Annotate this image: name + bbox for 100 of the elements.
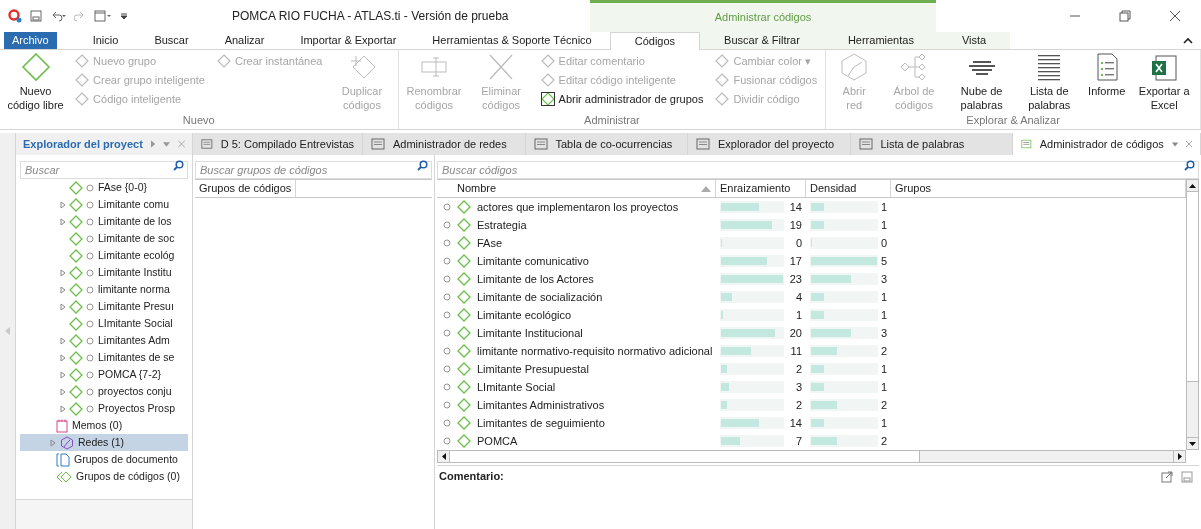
- search-icon: [1184, 160, 1195, 171]
- document-tab[interactable]: Tabla de co-ocurrencias: [525, 133, 688, 155]
- document-tab[interactable]: Lista de palabras: [850, 133, 1013, 155]
- table-cell-text: 3: [795, 379, 802, 395]
- ribbon-button[interactable]: Exportar a Excel: [1132, 52, 1197, 112]
- search-field[interactable]: Buscar códigos: [437, 161, 1199, 179]
- code-name[interactable]: Limitante de socialización: [477, 288, 603, 306]
- redo-icon[interactable]: [74, 10, 86, 22]
- diamond-icon: [217, 54, 231, 68]
- ribbon-button[interactable]: Informe: [1085, 52, 1129, 98]
- close-icon[interactable]: [1169, 10, 1181, 22]
- code-name[interactable]: actores que implementaron los proyectos: [477, 198, 679, 216]
- code-name[interactable]: Limitante Institucional: [477, 324, 583, 342]
- scroll-up-icon[interactable]: [1189, 183, 1196, 188]
- search-field[interactable]: Buscar grupos de códigos: [195, 161, 432, 179]
- restore-icon[interactable]: [1119, 10, 1131, 22]
- tree-item[interactable]: Limitante de soc: [16, 230, 192, 247]
- tree-item[interactable]: Limitante de los: [16, 213, 192, 230]
- diamond-icon: [69, 197, 83, 212]
- diamond-icon: [69, 316, 83, 331]
- dropdown-icon[interactable]: [120, 12, 128, 20]
- open-external-icon[interactable]: [1161, 470, 1173, 483]
- document-tab[interactable]: Administrador de redes: [363, 133, 526, 155]
- tree-item[interactable]: Limitante Institu: [16, 264, 192, 281]
- code-name[interactable]: Estrategia: [477, 216, 527, 234]
- undo-icon[interactable]: [50, 10, 66, 22]
- circle-icon: [86, 370, 94, 379]
- code-name[interactable]: FAse: [477, 234, 503, 252]
- diamond-icon: [69, 401, 83, 416]
- menu-tab[interactable]: Vista: [937, 32, 1011, 49]
- tree-item[interactable]: limitante norma: [16, 281, 192, 298]
- tree-item[interactable]: FAse {0-0}: [16, 179, 192, 196]
- menu-tab[interactable]: Inicio: [78, 32, 133, 49]
- tree-item[interactable]: Limitante comu: [16, 196, 192, 213]
- code-name[interactable]: Limitantes de seguimiento: [477, 414, 605, 432]
- ribbon-button[interactable]: Nuevo código libre: [4, 52, 68, 112]
- comment-label: Comentario:: [439, 469, 504, 485]
- code-name[interactable]: Limitante de los Actores: [477, 270, 594, 288]
- save-icon[interactable]: [30, 10, 42, 22]
- column-header[interactable]: Grupos de códigos: [195, 180, 297, 197]
- scroll-right-icon[interactable]: [1177, 453, 1182, 460]
- code-name[interactable]: Limitante ecológico: [477, 306, 572, 324]
- tree-item[interactable]: Limitantes de se: [16, 349, 192, 366]
- tree-item[interactable]: LImitante Social: [16, 315, 192, 332]
- code-name[interactable]: POMCA: [477, 432, 518, 450]
- diamond-icon: [75, 73, 90, 87]
- diamond-icon: [75, 54, 90, 68]
- scroll-left-icon[interactable]: [441, 453, 446, 460]
- save-icon[interactable]: [1181, 470, 1193, 483]
- tree-item[interactable]: Grupos de documento: [16, 451, 192, 468]
- column-header[interactable]: Densidad: [806, 180, 891, 197]
- diamond-icon: [457, 362, 471, 376]
- tree-item[interactable]: Proyectos Prosp: [16, 400, 192, 417]
- code-name[interactable]: limitante normativo-requisito normativo adicional: [477, 342, 713, 360]
- circle-icon: [86, 387, 94, 396]
- ribbon-button[interactable]: Lista de palabras: [1017, 52, 1082, 112]
- vertical-scrollbar[interactable]: [1186, 179, 1199, 450]
- chevron-right-icon[interactable]: [150, 140, 156, 148]
- column-header[interactable]: Enraizamiento: [716, 180, 806, 197]
- menu-tab[interactable]: Importar & Exportar: [286, 32, 411, 49]
- ribbon-button[interactable]: Abrir administrador de grupos: [540, 90, 704, 108]
- tree-item[interactable]: Grupos de códigos (0): [16, 468, 192, 485]
- menu-tab[interactable]: Analizar: [210, 32, 279, 49]
- code-name[interactable]: Limitante Presupuestal: [477, 360, 589, 378]
- tree-item[interactable]: Limitante ecológ: [16, 247, 192, 264]
- document-tab[interactable]: Explorador del proyecto: [688, 133, 851, 155]
- circle-icon: [443, 401, 451, 409]
- table-cell-text: 1: [880, 199, 887, 215]
- code-name[interactable]: Limitantes Administrativos: [477, 396, 605, 414]
- diamond-icon: [457, 290, 471, 304]
- circle-icon: [443, 383, 451, 391]
- code-name[interactable]: Limitante comunicativo: [477, 252, 589, 270]
- collapse-ribbon-icon[interactable]: [1183, 37, 1193, 44]
- tree-item[interactable]: Redes (1): [20, 434, 188, 451]
- tree-item[interactable]: POMCA {7-2}: [16, 366, 192, 383]
- tree-item[interactable]: proyectos conju: [16, 383, 192, 400]
- menu-tab[interactable]: Códigos: [609, 32, 701, 50]
- document-tab[interactable]: D 5: Compilado Entrevistas: [193, 133, 363, 155]
- ribbon-button[interactable]: Nube de palabras: [949, 52, 1014, 112]
- column-header[interactable]: Nombre: [437, 180, 716, 197]
- menu-tab[interactable]: Herramientas & Soporte Técnico: [418, 32, 606, 49]
- diamond-icon: [457, 308, 471, 322]
- menu-tab[interactable]: Buscar: [140, 32, 203, 49]
- menu-tab[interactable]: Archivo: [4, 32, 57, 49]
- tree-item[interactable]: Limitantes Adm: [16, 332, 192, 349]
- tree-item[interactable]: Limitante Presuı: [16, 298, 192, 315]
- code-name[interactable]: LImitante Social: [477, 378, 556, 396]
- window-layout-icon[interactable]: [94, 10, 112, 22]
- table-cell-text: 5: [880, 253, 887, 269]
- search-field[interactable]: Buscar: [20, 161, 188, 179]
- menu-tab[interactable]: Buscar & Filtrar: [700, 32, 824, 49]
- expand-icon[interactable]: [50, 438, 56, 447]
- table-cell-text: 23: [789, 271, 802, 287]
- horizontal-scrollbar[interactable]: [437, 450, 1186, 463]
- scroll-down-icon[interactable]: [1189, 441, 1196, 446]
- tab-icon: [201, 138, 213, 150]
- menu-tab[interactable]: Herramientas: [823, 32, 938, 49]
- tree-item[interactable]: Memos (0): [16, 417, 192, 434]
- tab-icon: [696, 138, 710, 150]
- diamond-icon: [69, 299, 83, 314]
